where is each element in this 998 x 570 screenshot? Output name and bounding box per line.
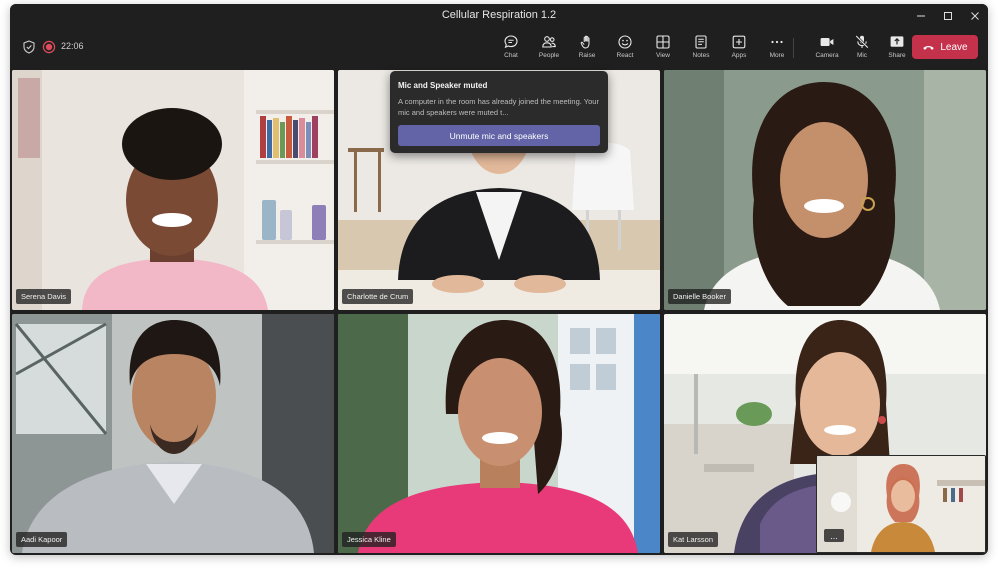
view-button[interactable]: View bbox=[644, 31, 682, 65]
minimize-icon bbox=[917, 15, 925, 17]
toolbar-divider bbox=[793, 38, 794, 58]
participant-video bbox=[12, 314, 334, 553]
leave-button[interactable]: Leave bbox=[912, 35, 978, 59]
mic-off-icon bbox=[855, 35, 869, 49]
popup-body: A computer in the room has already joine… bbox=[398, 97, 599, 117]
more-label: More bbox=[769, 52, 785, 59]
self-view-more-button[interactable]: ... bbox=[824, 529, 844, 542]
participant-name: Kat Larsson bbox=[668, 532, 719, 547]
notes-icon bbox=[695, 35, 707, 49]
participant-video bbox=[664, 70, 986, 310]
notes-button[interactable]: Notes bbox=[682, 31, 720, 65]
share-icon bbox=[890, 36, 904, 47]
mic-button[interactable]: Mic bbox=[843, 31, 881, 65]
recording-icon bbox=[42, 40, 56, 54]
shield-icon bbox=[23, 40, 35, 54]
view-label: View bbox=[656, 52, 670, 59]
participant-tile[interactable]: Serena Davis bbox=[12, 70, 334, 310]
raise-hand-icon bbox=[580, 35, 590, 49]
more-icon bbox=[771, 40, 783, 44]
people-icon bbox=[542, 36, 556, 48]
raise-hand-button[interactable]: Raise bbox=[568, 31, 606, 65]
close-button[interactable] bbox=[962, 6, 988, 26]
raise-label: Raise bbox=[578, 52, 596, 59]
popup-title: Mic and Speaker muted bbox=[398, 81, 488, 90]
participant-name: Serena Davis bbox=[16, 289, 72, 304]
participant-tile[interactable]: Danielle Booker bbox=[664, 70, 986, 310]
participant-name: Danielle Booker bbox=[668, 289, 731, 304]
camera-label: Camera bbox=[815, 52, 839, 59]
close-icon bbox=[971, 12, 979, 20]
participant-video bbox=[12, 70, 334, 310]
mic-label: Mic bbox=[856, 52, 868, 59]
notes-label: Notes bbox=[692, 52, 710, 59]
view-icon bbox=[656, 35, 670, 49]
participant-name: Charlotte de Crum bbox=[342, 289, 414, 304]
react-label: React bbox=[616, 52, 634, 59]
react-icon bbox=[618, 35, 632, 49]
window-title: Cellular Respiration 1.2 bbox=[441, 9, 557, 21]
participant-video bbox=[338, 314, 660, 553]
more-button[interactable]: More bbox=[758, 31, 796, 65]
people-button[interactable]: People bbox=[530, 31, 568, 65]
people-label: People bbox=[538, 52, 560, 59]
mic-muted-popup: Mic and Speaker muted A computer in the … bbox=[390, 71, 608, 153]
unmute-button[interactable]: Unmute mic and speakers bbox=[398, 125, 600, 146]
share-button[interactable]: Share bbox=[878, 31, 916, 65]
chat-label: Chat bbox=[504, 52, 518, 59]
meeting-toolbar: 22:06 Chat People Raise React View Notes… bbox=[10, 28, 988, 68]
title-bar: Cellular Respiration 1.2 bbox=[10, 4, 988, 28]
share-label: Share bbox=[888, 52, 906, 59]
maximize-icon bbox=[944, 12, 952, 20]
hang-up-icon bbox=[923, 45, 935, 50]
apps-icon bbox=[732, 35, 746, 49]
maximize-button[interactable] bbox=[935, 6, 961, 26]
minimize-button[interactable] bbox=[908, 6, 934, 26]
participant-tile[interactable]: Aadi Kapoor bbox=[12, 314, 334, 553]
participant-name: Jessica Kline bbox=[342, 532, 396, 547]
participant-name: Aadi Kapoor bbox=[16, 532, 68, 547]
chat-button[interactable]: Chat bbox=[492, 31, 530, 65]
meeting-timer: 22:06 bbox=[61, 41, 84, 51]
leave-label: Leave bbox=[940, 41, 968, 53]
react-button[interactable]: React bbox=[606, 31, 644, 65]
camera-icon bbox=[820, 38, 834, 46]
apps-button[interactable]: Apps bbox=[720, 31, 758, 65]
chat-icon bbox=[504, 35, 518, 49]
camera-button[interactable]: Camera bbox=[808, 31, 846, 65]
apps-label: Apps bbox=[731, 52, 747, 59]
participant-tile[interactable]: Jessica Kline bbox=[338, 314, 660, 553]
